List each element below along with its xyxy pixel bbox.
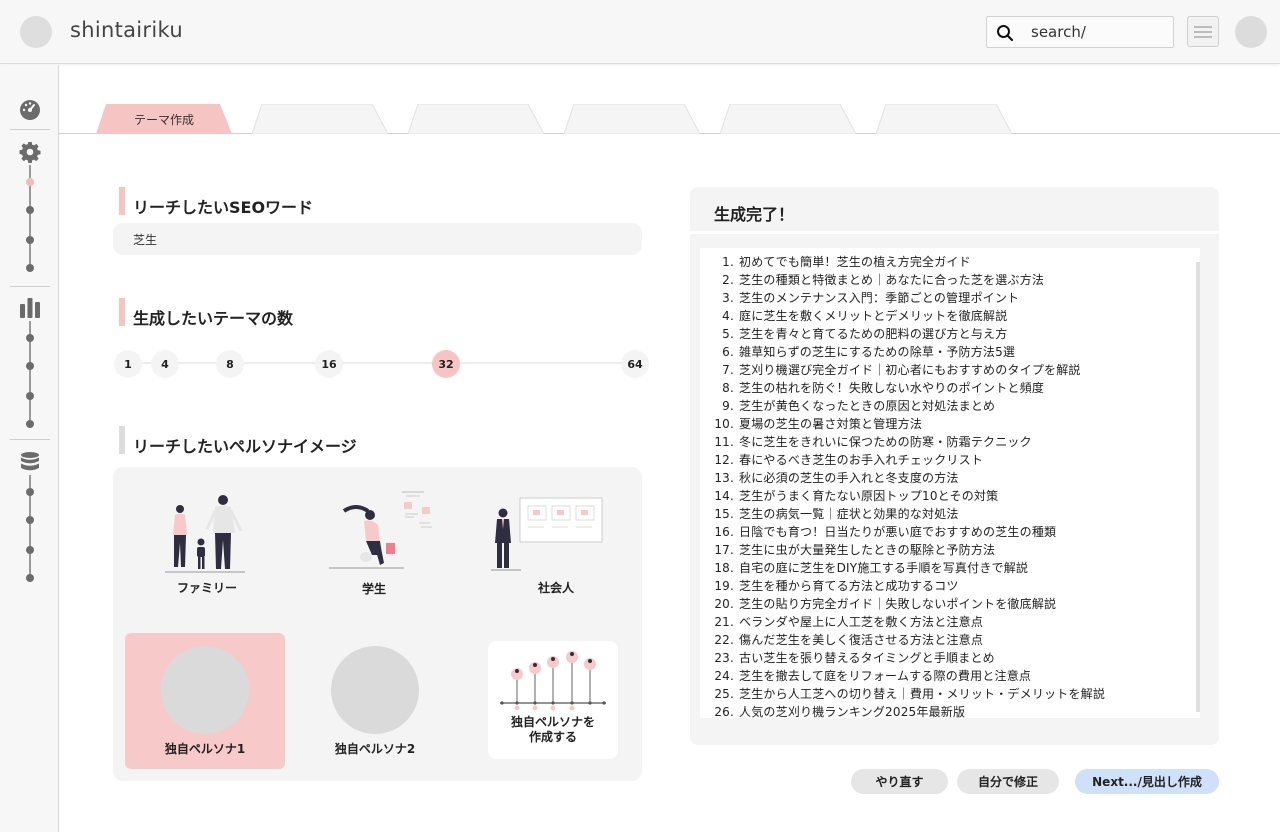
tab-theme-create[interactable]: テーマ作成 [96, 104, 232, 134]
search-icon [997, 25, 1014, 42]
sidebar-step-dot[interactable] [26, 362, 34, 370]
result-theme-list: 1. 初めてでも簡単！芝生の植え方完全ガイド 2. 芝生の種類と特徴まとめ｜あな… [712, 253, 1105, 721]
theme-count-option-8[interactable]: 8 [216, 350, 244, 378]
sidebar-step-dot[interactable] [26, 236, 34, 244]
result-title: 生成完了！ [714, 205, 795, 224]
theme-count-slider-track[interactable] [126, 362, 636, 364]
family-illustration-icon [165, 495, 245, 573]
tab-5[interactable] [720, 104, 856, 134]
office-worker-illustration-icon [491, 497, 603, 571]
list-item[interactable]: 2. 芝生の種類と特徴まとめ｜あなたに合った芝を選ぶ方法 [712, 271, 1105, 289]
result-scrollbar[interactable] [1196, 262, 1200, 712]
tab-4[interactable] [564, 104, 700, 134]
create-persona-label: 独自ペルソナを 作成する [510, 715, 595, 744]
sidebar-step-dot[interactable] [26, 488, 34, 496]
list-item[interactable]: 17. 芝生に虫が大量発生したときの駆除と予防方法 [712, 541, 1105, 559]
list-item[interactable]: 20. 芝生の貼り方完全ガイド｜失敗しないポイントを徹底解説 [712, 595, 1105, 613]
create-persona-button[interactable]: 独自ペルソナを 作成する [488, 641, 618, 759]
list-item[interactable]: 26. 人気の芝刈り機ランキング2025年最新版 [712, 703, 1105, 721]
theme-count-option-4[interactable]: 4 [151, 350, 179, 378]
persona-custom1-card-selected[interactable]: 独自ペルソナ1 [125, 633, 285, 769]
persona-student-label: 学生 [361, 582, 386, 596]
tab-3[interactable] [408, 104, 544, 134]
list-item[interactable]: 5. 芝生を青々と育てるための肥料の選び方と与え方 [712, 325, 1105, 343]
tab-label: テーマ作成 [133, 112, 194, 127]
list-item[interactable]: 13. 秋に必須の芝生の手入れと冬支度の方法 [712, 469, 1105, 487]
hamburger-menu-button[interactable] [1187, 16, 1219, 47]
list-item[interactable]: 23. 古い芝生を張り替えるタイミングと手順まとめ [712, 649, 1105, 667]
database-icon[interactable] [19, 451, 41, 473]
persona-custom1-avatar [161, 646, 249, 734]
list-item[interactable]: 3. 芝生のメンテナンス入門：季節ごとの管理ポイント [712, 289, 1105, 307]
list-item[interactable]: 18. 自宅の庭に芝生をDIY施工する手順を写真付きで解説 [712, 559, 1105, 577]
sidebar-step-dot[interactable] [26, 420, 34, 428]
list-item[interactable]: 7. 芝刈り機選び完全ガイド｜初心者にもおすすめのタイプを解説 [712, 361, 1105, 379]
sidebar-divider [10, 286, 50, 287]
result-header: 生成完了！ [690, 187, 1219, 231]
list-item[interactable]: 21. ベランダや屋上に人工芝を敷く方法と注意点 [712, 613, 1105, 631]
list-item[interactable]: 12. 春にやるべき芝生のお手入れチェックリスト [712, 451, 1105, 469]
persona-family-label: ファミリー [176, 581, 237, 595]
theme-count-option-64[interactable]: 64 [621, 350, 649, 378]
theme-count-option-1[interactable]: 1 [114, 350, 142, 378]
list-item[interactable]: 16. 日陰でも育つ！日当たりが悪い庭でおすすめの芝生の種類 [712, 523, 1105, 541]
persona-custom2-avatar [331, 646, 419, 734]
persona-section-title: リーチしたいペルソナイメージ [133, 437, 357, 456]
section-marker [119, 426, 125, 454]
seo-word-value[interactable]: 芝生 [133, 231, 157, 248]
list-item[interactable]: 19. 芝生を種から育てる方法と成功するコツ [712, 577, 1105, 595]
list-item[interactable]: 4. 庭に芝生を敷くメリットとデメリットを徹底解説 [712, 307, 1105, 325]
list-item[interactable]: 9. 芝生が黄色くなったときの原因と対処法まとめ [712, 397, 1105, 415]
sidebar [0, 65, 59, 832]
list-item[interactable]: 25. 芝生から人工芝への切り替え｜費用・メリット・デメリットを解説 [712, 685, 1105, 703]
header: shintairiku search/ [0, 0, 1280, 64]
list-item[interactable]: 15. 芝生の病気一覧｜症状と効果的な対処法 [712, 505, 1105, 523]
persona-custom2-label: 独自ペルソナ2 [334, 742, 416, 756]
list-item[interactable]: 10. 夏場の芝生の暑さ対策と管理方法 [712, 415, 1105, 433]
sidebar-step-dot[interactable] [26, 516, 34, 524]
seo-word-input[interactable]: 芝生 [113, 223, 642, 255]
redo-button[interactable]: やり直す [851, 769, 948, 794]
theme-count-option-32-selected[interactable]: 32 [432, 350, 460, 378]
sidebar-step-dot-active[interactable] [26, 178, 34, 186]
sidebar-step-dot[interactable] [26, 574, 34, 582]
search-input[interactable]: search/ [1031, 23, 1086, 41]
people-group-illustration-icon [500, 651, 606, 711]
tab-6[interactable] [876, 104, 1012, 134]
list-item[interactable]: 8. 芝生の枯れを防ぐ！失敗しない水やりのポイントと頻度 [712, 379, 1105, 397]
bar-chart-icon[interactable] [19, 297, 41, 319]
seo-section-title: リーチしたいSEOワード [133, 198, 314, 217]
sidebar-step-dot[interactable] [26, 546, 34, 554]
sidebar-step-dot[interactable] [26, 334, 34, 342]
brand-name: shintairiku [70, 18, 183, 42]
sidebar-step-dot[interactable] [26, 264, 34, 272]
persona-custom1-label: 独自ペルソナ1 [164, 742, 246, 756]
student-illustration-icon [329, 491, 432, 569]
section-marker [119, 298, 125, 326]
list-item[interactable]: 1. 初めてでも簡単！芝生の植え方完全ガイド [712, 253, 1105, 271]
sidebar-divider [10, 439, 50, 440]
section-marker [119, 187, 125, 215]
logo-icon[interactable] [20, 16, 52, 48]
edit-manually-button[interactable]: 自分で修正 [957, 769, 1059, 794]
list-item[interactable]: 6. 雑草知らずの芝生にするための除草・予防方法5選 [712, 343, 1105, 361]
persona-worker-label: 社会人 [537, 581, 574, 595]
sidebar-step-dot[interactable] [26, 206, 34, 214]
tab-2[interactable] [252, 104, 388, 134]
avatar[interactable] [1235, 16, 1267, 48]
theme-count-title: 生成したいテーマの数 [133, 309, 294, 328]
gear-icon[interactable] [19, 141, 41, 163]
theme-count-option-16[interactable]: 16 [315, 350, 343, 378]
list-item[interactable]: 14. 芝生がうまく育たない原因トップ10とその対策 [712, 487, 1105, 505]
list-item[interactable]: 22. 傷んだ芝生を美しく復活させる方法と注意点 [712, 631, 1105, 649]
persona-custom2-card[interactable]: 独自ペルソナ2 [295, 633, 455, 769]
sidebar-step-dot[interactable] [26, 392, 34, 400]
list-item[interactable]: 24. 芝生を撤去して庭をリフォームする際の費用と注意点 [712, 667, 1105, 685]
list-item[interactable]: 11. 冬に芝生をきれいに保つための防寒・防霜テクニック [712, 433, 1105, 451]
dashboard-gauge-icon[interactable] [19, 99, 41, 121]
search-box[interactable]: search/ [986, 16, 1174, 48]
next-create-headings-button[interactable]: Next.../見出し作成 [1075, 769, 1219, 794]
sidebar-divider [10, 129, 50, 130]
